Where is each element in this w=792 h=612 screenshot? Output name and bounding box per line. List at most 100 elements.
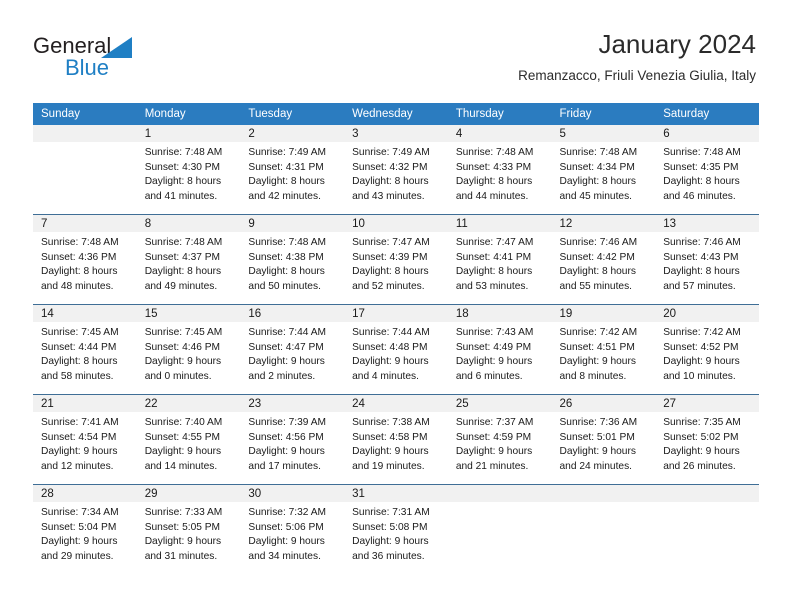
calendar-grid: Sunday Monday Tuesday Wednesday Thursday Frid…	[33, 103, 759, 574]
day-detail-line: Sunrise: 7:43 AM	[455, 327, 534, 338]
day-detail-line: Sunrise: 7:41 AM	[41, 417, 119, 428]
day-number: 8	[136, 215, 241, 232]
weekday-header-monday: Monday	[136, 103, 241, 125]
day-details: Sunrise: 7:38 AM Sunset: 4:58 PM Daylight:…	[344, 412, 448, 474]
day-number: 5	[551, 125, 656, 142]
day-number: 13	[655, 215, 759, 232]
day-detail-line: Sunset: 4:34 PM	[559, 161, 635, 173]
calendar-day-cell[interactable]: 19 Sunrise: 7:42 AM Sunset: 4:51 PM Dayligh…	[551, 304, 656, 395]
weekday-header-sunday: Sunday	[33, 103, 137, 125]
calendar-day-cell[interactable]: 1 Sunrise: 7:48 AM Sunset: 4:30 PM Daylight…	[136, 125, 241, 215]
day-detail-line: Sunrise: 7:39 AM	[248, 417, 326, 428]
calendar-day-cell[interactable]: 12 Sunrise: 7:46 AM Sunset: 4:42 PM Dayligh…	[551, 214, 656, 305]
day-detail-line: Daylight: 9 hours	[455, 446, 533, 458]
calendar-day-cell[interactable]: 6 Sunrise: 7:48 AM Sunset: 4:35 PM Daylight…	[655, 125, 759, 215]
day-details: Sunrise: 7:42 AM Sunset: 4:52 PM Daylight:…	[655, 322, 759, 384]
calendar-day-cell[interactable]: 21 Sunrise: 7:41 AM Sunset: 4:54 PM Dayligh…	[33, 394, 137, 485]
day-detail-line: and 36 minutes.	[352, 550, 425, 562]
calendar-day-cell[interactable]: 22 Sunrise: 7:40 AM Sunset: 4:55 PM Dayligh…	[136, 394, 241, 485]
calendar-day-cell[interactable]: 31 Sunrise: 7:31 AM Sunset: 5:08 PM Dayligh…	[344, 484, 448, 574]
day-detail-line: Sunrise: 7:31 AM	[352, 507, 430, 518]
day-number: 19	[551, 305, 656, 322]
day-detail-line: Daylight: 9 hours	[352, 356, 429, 368]
day-number: 16	[240, 305, 345, 322]
day-detail-line: Sunset: 4:36 PM	[41, 251, 117, 263]
calendar-day-cell[interactable]: 29 Sunrise: 7:33 AM Sunset: 5:05 PM Dayligh…	[136, 484, 241, 574]
day-number: 15	[136, 305, 241, 322]
day-details: Sunrise: 7:34 AM Sunset: 5:04 PM Daylight:…	[33, 502, 137, 564]
day-detail-line: Sunset: 4:37 PM	[144, 251, 221, 263]
calendar-day-cell[interactable]: 13 Sunrise: 7:46 AM Sunset: 4:43 PM Dayligh…	[655, 214, 759, 305]
day-detail-line: Daylight: 8 hours	[559, 176, 636, 188]
day-detail-line: Sunset: 5:02 PM	[663, 431, 739, 443]
logo-word-blue: Blue	[65, 55, 110, 80]
day-detail-line: Daylight: 9 hours	[455, 356, 533, 368]
calendar-day-cell[interactable]: 25 Sunrise: 7:37 AM Sunset: 4:59 PM Dayligh…	[447, 394, 552, 485]
general-blue-logo[interactable]: General Blue	[33, 33, 213, 85]
day-number: 22	[136, 395, 241, 412]
day-number: 23	[240, 395, 345, 412]
day-details: Sunrise: 7:48 AM Sunset: 4:36 PM Daylight:…	[33, 232, 137, 294]
calendar-day-cell[interactable]: 24 Sunrise: 7:38 AM Sunset: 4:58 PM Dayligh…	[344, 394, 448, 485]
calendar-day-cell[interactable]: 2 Sunrise: 7:49 AM Sunset: 4:31 PM Daylight…	[240, 125, 345, 215]
day-detail-line: and 17 minutes.	[248, 460, 321, 472]
calendar-day-cell[interactable]: 30 Sunrise: 7:32 AM Sunset: 5:06 PM Dayligh…	[240, 484, 345, 574]
calendar-day-cell[interactable]: 5 Sunrise: 7:48 AM Sunset: 4:34 PM Daylight…	[551, 125, 656, 215]
day-detail-line: Daylight: 8 hours	[248, 176, 325, 188]
day-detail-line: and 31 minutes.	[144, 550, 218, 562]
day-number: 26	[551, 395, 656, 412]
day-detail-line: Sunrise: 7:48 AM	[455, 147, 534, 158]
calendar-week-row: 1 Sunrise: 7:48 AM Sunset: 4:30 PM Daylight…	[33, 125, 759, 215]
page-title: January 2024	[598, 29, 756, 59]
day-detail-line: Daylight: 8 hours	[663, 266, 740, 278]
day-number: 3	[344, 125, 448, 142]
day-detail-line: and 6 minutes.	[455, 370, 523, 382]
calendar-day-cell[interactable]: 8 Sunrise: 7:48 AM Sunset: 4:37 PM Daylight…	[136, 214, 241, 305]
calendar-week-row: 21 Sunrise: 7:41 AM Sunset: 4:54 PM Dayligh…	[33, 394, 759, 485]
day-detail-line: and 26 minutes.	[663, 460, 736, 472]
day-detail-line: Sunset: 5:01 PM	[559, 431, 635, 443]
day-detail-line: and 0 minutes.	[144, 370, 212, 382]
day-details: Sunrise: 7:37 AM Sunset: 4:59 PM Daylight:…	[448, 412, 552, 474]
calendar-day-cell[interactable]: 23 Sunrise: 7:39 AM Sunset: 4:56 PM Dayligh…	[240, 394, 345, 485]
calendar-day-cell[interactable]: 14 Sunrise: 7:45 AM Sunset: 4:44 PM Dayligh…	[33, 304, 137, 395]
day-detail-line: Sunset: 5:06 PM	[248, 521, 324, 533]
day-detail-line: and 19 minutes.	[352, 460, 425, 472]
day-detail-line: and 10 minutes.	[663, 370, 736, 382]
day-detail-line: Sunset: 4:32 PM	[352, 161, 428, 173]
day-detail-line: Daylight: 8 hours	[352, 266, 429, 278]
calendar-day-cell[interactable]: 28 Sunrise: 7:34 AM Sunset: 5:04 PM Dayligh…	[33, 484, 137, 574]
day-detail-line: and 14 minutes.	[144, 460, 218, 472]
calendar-day-cell[interactable]: 3 Sunrise: 7:49 AM Sunset: 4:32 PM Daylight…	[344, 125, 448, 215]
day-detail-line: Daylight: 8 hours	[41, 266, 118, 278]
weekday-header-saturday: Saturday	[655, 103, 759, 125]
day-details: Sunrise: 7:41 AM Sunset: 4:54 PM Daylight:…	[33, 412, 137, 474]
day-details: Sunrise: 7:44 AM Sunset: 4:48 PM Daylight:…	[344, 322, 448, 384]
calendar-day-cell[interactable]: 20 Sunrise: 7:42 AM Sunset: 4:52 PM Dayligh…	[655, 304, 759, 395]
day-details	[448, 502, 552, 506]
calendar-header-row: Sunday Monday Tuesday Wednesday Thursday Frid…	[33, 103, 759, 125]
calendar-day-cell[interactable]: 16 Sunrise: 7:44 AM Sunset: 4:47 PM Dayligh…	[240, 304, 345, 395]
day-number	[33, 125, 137, 142]
calendar-day-cell[interactable]: 7 Sunrise: 7:48 AM Sunset: 4:36 PM Daylight…	[33, 214, 137, 305]
calendar-day-cell[interactable]: 26 Sunrise: 7:36 AM Sunset: 5:01 PM Dayligh…	[551, 394, 656, 485]
calendar-day-cell[interactable]: 11 Sunrise: 7:47 AM Sunset: 4:41 PM Dayligh…	[447, 214, 552, 305]
day-number	[551, 485, 656, 502]
day-detail-line: Sunrise: 7:45 AM	[41, 327, 119, 338]
calendar-day-cell[interactable]: 18 Sunrise: 7:43 AM Sunset: 4:49 PM Dayligh…	[447, 304, 552, 395]
day-details: Sunrise: 7:47 AM Sunset: 4:39 PM Daylight:…	[344, 232, 448, 294]
calendar-day-cell[interactable]: 10 Sunrise: 7:47 AM Sunset: 4:39 PM Dayligh…	[344, 214, 448, 305]
day-details: Sunrise: 7:45 AM Sunset: 4:44 PM Daylight:…	[33, 322, 137, 384]
weekday-header-friday: Friday	[551, 103, 656, 125]
day-detail-line: Sunset: 4:38 PM	[248, 251, 324, 263]
calendar-day-cell[interactable]: 15 Sunrise: 7:45 AM Sunset: 4:46 PM Dayligh…	[136, 304, 241, 395]
day-details: Sunrise: 7:31 AM Sunset: 5:08 PM Daylight:…	[344, 502, 448, 564]
day-detail-line: Sunset: 4:30 PM	[144, 161, 221, 173]
day-detail-line: Sunrise: 7:48 AM	[144, 147, 223, 158]
day-detail-line: Daylight: 8 hours	[455, 176, 533, 188]
calendar-day-cell[interactable]: 4 Sunrise: 7:48 AM Sunset: 4:33 PM Daylight…	[447, 125, 552, 215]
calendar-day-cell[interactable]: 17 Sunrise: 7:44 AM Sunset: 4:48 PM Dayligh…	[344, 304, 448, 395]
calendar-day-cell[interactable]: 9 Sunrise: 7:48 AM Sunset: 4:38 PM Daylight…	[240, 214, 345, 305]
day-details: Sunrise: 7:40 AM Sunset: 4:55 PM Daylight:…	[137, 412, 241, 474]
calendar-day-cell[interactable]: 27 Sunrise: 7:35 AM Sunset: 5:02 PM Dayligh…	[655, 394, 759, 485]
